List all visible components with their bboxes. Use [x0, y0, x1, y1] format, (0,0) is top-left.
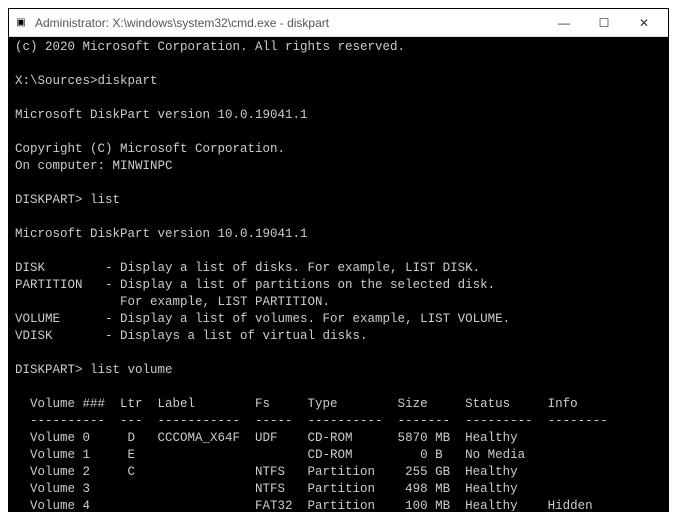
term-line: Copyright (C) Microsoft Corporation.	[15, 142, 285, 156]
minimize-button[interactable]: —	[544, 11, 584, 35]
term-line: X:\Sources>diskpart	[15, 74, 158, 88]
table-row: Volume 0 D CCCOMA_X64F UDF CD-ROM 5870 M…	[15, 431, 518, 445]
term-line: For example, LIST PARTITION.	[15, 295, 330, 309]
maximize-button[interactable]: ☐	[584, 11, 624, 35]
term-line: PARTITION - Display a list of partitions…	[15, 278, 495, 292]
term-line: (c) 2020 Microsoft Corporation. All righ…	[15, 40, 405, 54]
window-controls: — ☐ ✕	[544, 11, 664, 35]
term-line: Microsoft DiskPart version 10.0.19041.1	[15, 227, 308, 241]
cmd-window: ▣ Administrator: X:\windows\system32\cmd…	[8, 8, 669, 512]
term-line: DISK - Display a list of disks. For exam…	[15, 261, 480, 275]
terminal-output[interactable]: (c) 2020 Microsoft Corporation. All righ…	[9, 37, 668, 511]
window-title: Administrator: X:\windows\system32\cmd.e…	[35, 16, 544, 30]
table-row: Volume 1 E CD-ROM 0 B No Media	[15, 448, 525, 462]
term-line: DISKPART> list volume	[15, 363, 173, 377]
table-divider: ---------- --- ----------- ----- -------…	[15, 414, 608, 428]
term-line: VDISK - Displays a list of virtual disks…	[15, 329, 368, 343]
term-line: DISKPART> list	[15, 193, 120, 207]
table-row: Volume 2 C NTFS Partition 255 GB Healthy	[15, 465, 518, 479]
table-row: Volume 4 FAT32 Partition 100 MB Healthy …	[15, 499, 593, 511]
table-row: Volume 3 NTFS Partition 498 MB Healthy	[15, 482, 518, 496]
term-line: Microsoft DiskPart version 10.0.19041.1	[15, 108, 308, 122]
term-line: VOLUME - Display a list of volumes. For …	[15, 312, 510, 326]
table-header: Volume ### Ltr Label Fs Type Size Status…	[15, 397, 578, 411]
close-button[interactable]: ✕	[624, 11, 664, 35]
titlebar[interactable]: ▣ Administrator: X:\windows\system32\cmd…	[9, 9, 668, 37]
cmd-icon: ▣	[13, 15, 29, 31]
term-line: On computer: MINWINPC	[15, 159, 173, 173]
